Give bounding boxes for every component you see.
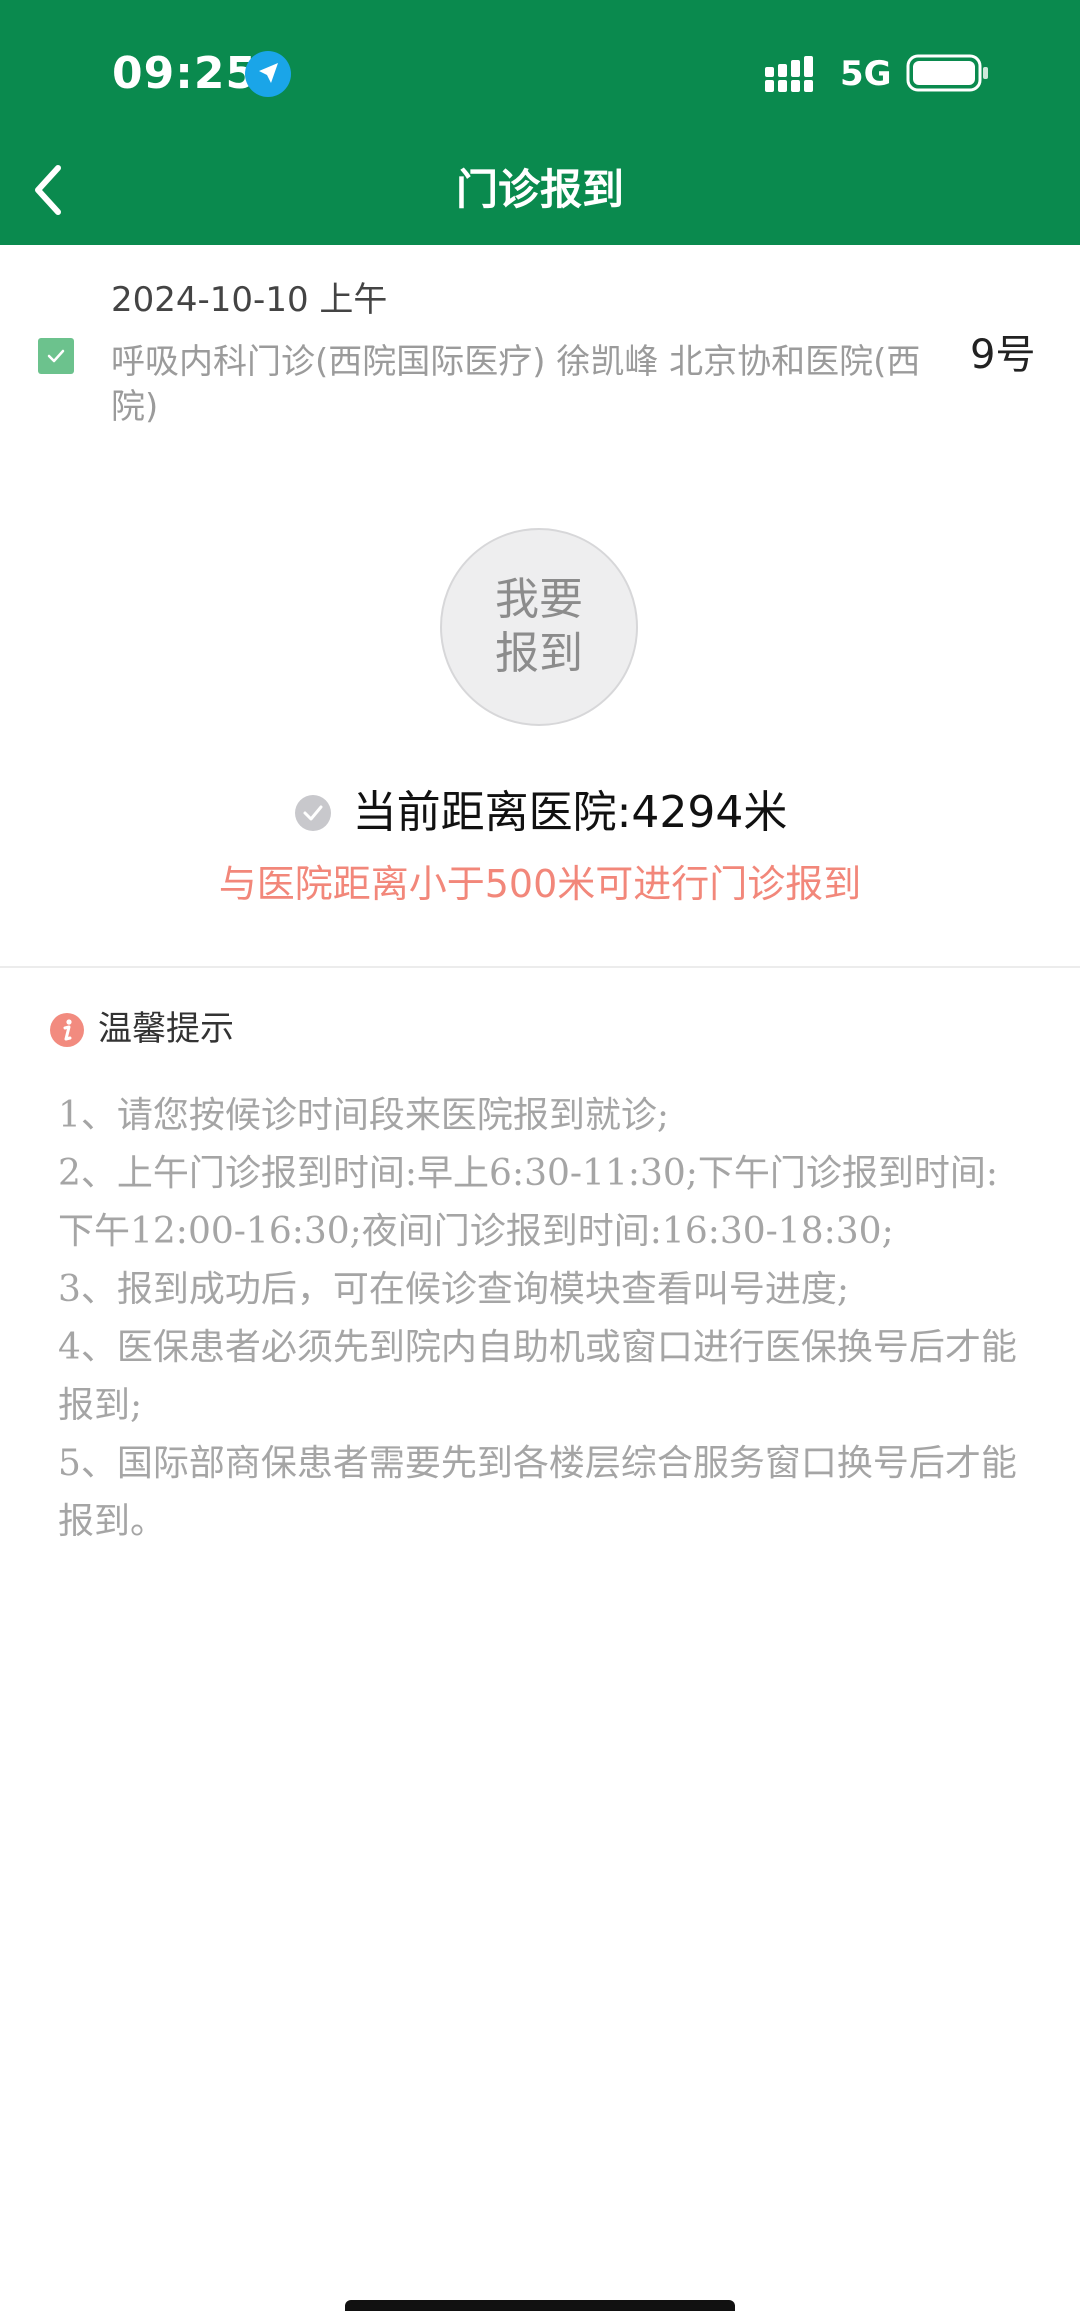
tips-title: 温馨提示 <box>98 1009 234 1049</box>
info-icon <box>50 1013 84 1047</box>
checkin-button[interactable]: 我要报到 <box>440 528 638 726</box>
distance-row: 当前距离医院:4294米 <box>0 786 1080 840</box>
divider <box>0 966 1080 968</box>
location-arrow-icon <box>245 51 291 97</box>
status-time: 09:25 <box>112 48 258 99</box>
appointment-number: 9号 <box>970 332 1036 378</box>
signal-icon <box>765 56 813 92</box>
tip-item: 4、医保患者必须先到院内自助机或窗口进行医保换号后才能报到; <box>58 1327 1017 1426</box>
tip-item: 1、请您按候诊时间段来医院报到就诊; <box>58 1095 670 1136</box>
distance-note: 与医院距离小于500米可进行门诊报到 <box>218 862 862 906</box>
checkin-button-label: 我要报到 <box>495 574 583 679</box>
battery-icon <box>906 54 988 92</box>
home-indicator <box>345 2300 735 2311</box>
distance-text: 当前距离医院:4294米 <box>352 787 788 838</box>
tips-list: 1、请您按候诊时间段来医院报到就诊; 2、上午门诊报到时间:早上6:30-11:… <box>58 1087 1018 1551</box>
checkmark-icon <box>47 349 65 363</box>
page-title: 门诊报到 <box>455 165 624 214</box>
network-type: 5G <box>840 54 892 94</box>
tip-item: 3、报到成功后，可在候诊查询模块查看叫号进度; <box>58 1269 850 1310</box>
appointment-date: 2024-10-10 上午 <box>111 280 388 320</box>
location-check-icon <box>294 795 331 831</box>
tip-item: 2、上午门诊报到时间:早上6:30-11:30;下午门诊报到时间:下午12:00… <box>58 1153 999 1252</box>
appointment-description: 呼吸内科门诊(西院国际医疗) 徐凯峰 北京协和医院(西院) <box>111 342 921 427</box>
appointment-checkbox[interactable] <box>38 338 74 374</box>
tip-item: 5、国际部商保患者需要先到各楼层综合服务窗口换号后才能报到。 <box>58 1443 1017 1542</box>
